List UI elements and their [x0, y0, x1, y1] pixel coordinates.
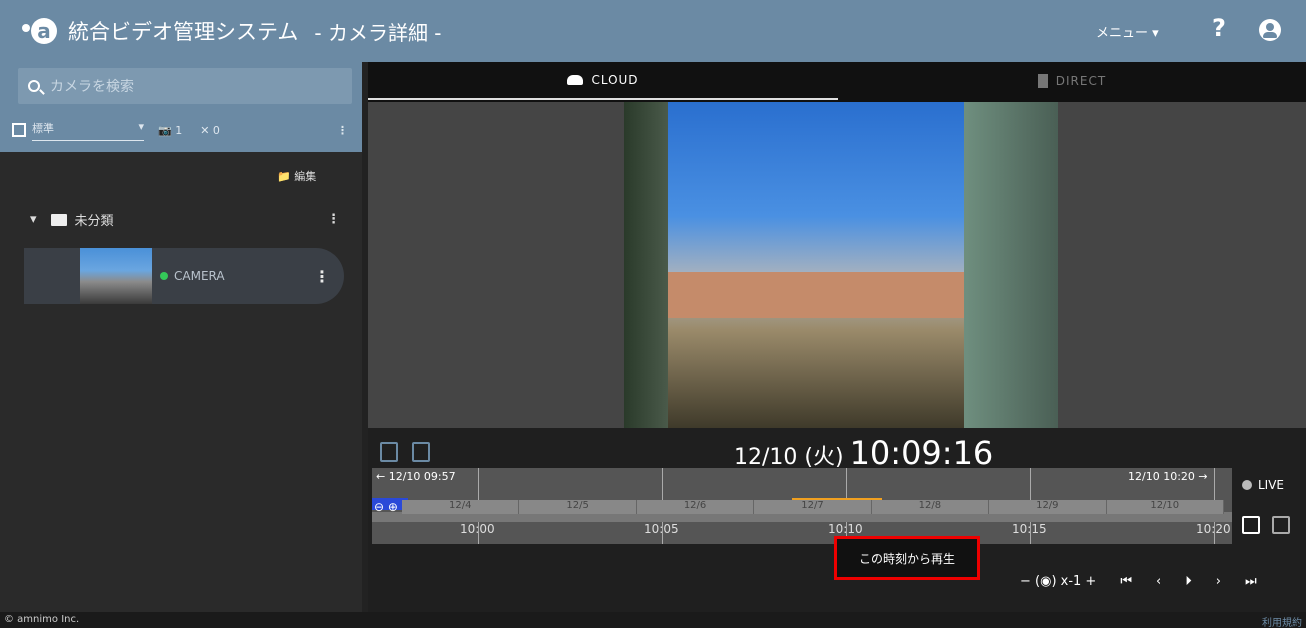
chevron-down-icon[interactable]: ▾: [30, 212, 37, 227]
prev-icon[interactable]: ‹: [1156, 574, 1161, 589]
playback-buttons: − (◉) x-1 + ⏮ ‹ ⏵ › ⏭: [1020, 574, 1257, 589]
clipboard-icon[interactable]: [412, 442, 430, 462]
timeline-start[interactable]: ← 12/10 09:57: [376, 470, 456, 483]
speed-control[interactable]: − (◉) x-1 +: [1020, 574, 1096, 589]
terms-link[interactable]: 利用規約: [1262, 614, 1302, 628]
current-datetime: 12/10 (火) 10:09:16: [734, 434, 994, 472]
camera-search-input[interactable]: カメラを検索: [18, 68, 352, 104]
folder-more-icon[interactable]: ⋮: [327, 212, 340, 227]
tab-cloud[interactable]: CLOUD: [368, 62, 838, 100]
app-header: a 統合ビデオ管理システム - カメラ詳細 - メニュー ▾ ?: [0, 0, 1306, 62]
zoom-buttons[interactable]: ⊖ ⊕: [374, 500, 398, 514]
camera-thumbnail: [80, 248, 152, 304]
live-button[interactable]: LIVE: [1242, 478, 1284, 492]
view-mode-select[interactable]: 標準 ▾: [32, 120, 144, 141]
source-tabs: CLOUD DIRECT: [368, 62, 1306, 102]
video-frame[interactable]: [624, 102, 1058, 428]
page-subtitle: - カメラ詳細 -: [314, 20, 442, 45]
menu-button[interactable]: メニュー ▾: [1096, 22, 1159, 41]
edit-button[interactable]: 📁 編集: [277, 168, 316, 184]
sidebar-header: カメラを検索 標準 ▾ 📷 1 ✕ 0 ⋮: [0, 62, 362, 152]
sidebar: カメラを検索 標準 ▾ 📷 1 ✕ 0 ⋮ 📁 編集 ▾ 未分類 ⋮ CAMERA…: [0, 62, 362, 612]
camera-list-item[interactable]: CAMERA ⋮: [24, 248, 344, 304]
offline-camera-count[interactable]: ✕ 0: [200, 124, 220, 137]
timeline-end[interactable]: 12/10 10:20 →: [1128, 470, 1208, 483]
calendar-icon[interactable]: [1242, 516, 1260, 534]
folder-name: 未分類: [74, 214, 114, 229]
skip-end-icon[interactable]: ⏭: [1245, 574, 1257, 589]
copy-icon[interactable]: [380, 442, 398, 462]
skip-start-icon[interactable]: ⏮: [1120, 574, 1132, 589]
app-title: 統合ビデオ管理システム: [68, 20, 299, 44]
sidebar-more-icon[interactable]: ⋮: [337, 124, 348, 137]
cloud-icon: [567, 75, 584, 85]
main-panel: CLOUD DIRECT 12/10 (火) 10:09:16 ← 12/10 0…: [368, 62, 1306, 612]
device-icon: [1037, 74, 1048, 88]
app-logo-icon: a: [22, 14, 57, 48]
help-icon[interactable]: ?: [1212, 14, 1226, 42]
live-status-icon: [1242, 480, 1252, 490]
online-camera-count[interactable]: 📷 1: [158, 124, 182, 137]
filter-bar: 標準 ▾ 📷 1 ✕ 0 ⋮: [12, 116, 356, 144]
online-status-icon: [160, 272, 168, 280]
camera-name: CAMERA: [174, 269, 225, 283]
camera-more-icon[interactable]: ⋮: [314, 267, 330, 286]
play-icon[interactable]: ⏵: [1185, 574, 1192, 589]
next-icon[interactable]: ›: [1216, 574, 1221, 589]
search-icon: [28, 80, 40, 92]
day-strip[interactable]: 12/4 12/5 12/6 12/7 12/8 12/9 12/10: [402, 500, 1224, 514]
tab-direct[interactable]: DIRECT: [838, 62, 1306, 100]
playback-controls: 12/10 (火) 10:09:16 ← 12/10 09:57 12/10 10…: [368, 428, 1306, 612]
folder-icon: [50, 213, 67, 226]
tree-icon: [12, 123, 26, 137]
camera-icon[interactable]: [1272, 516, 1290, 534]
search-placeholder: カメラを検索: [50, 79, 134, 95]
play-from-time-tooltip[interactable]: この時刻から再生: [834, 536, 980, 580]
user-account-icon[interactable]: [1259, 19, 1281, 41]
time-labels: 10:00 10:05 10:10 10:15 10:20: [460, 522, 1231, 536]
footer: © amnimo Inc. 利用規約: [0, 612, 1306, 628]
copyright: © amnimo Inc.: [4, 614, 80, 625]
folder-item[interactable]: ▾ 未分類 ⋮: [30, 210, 340, 229]
